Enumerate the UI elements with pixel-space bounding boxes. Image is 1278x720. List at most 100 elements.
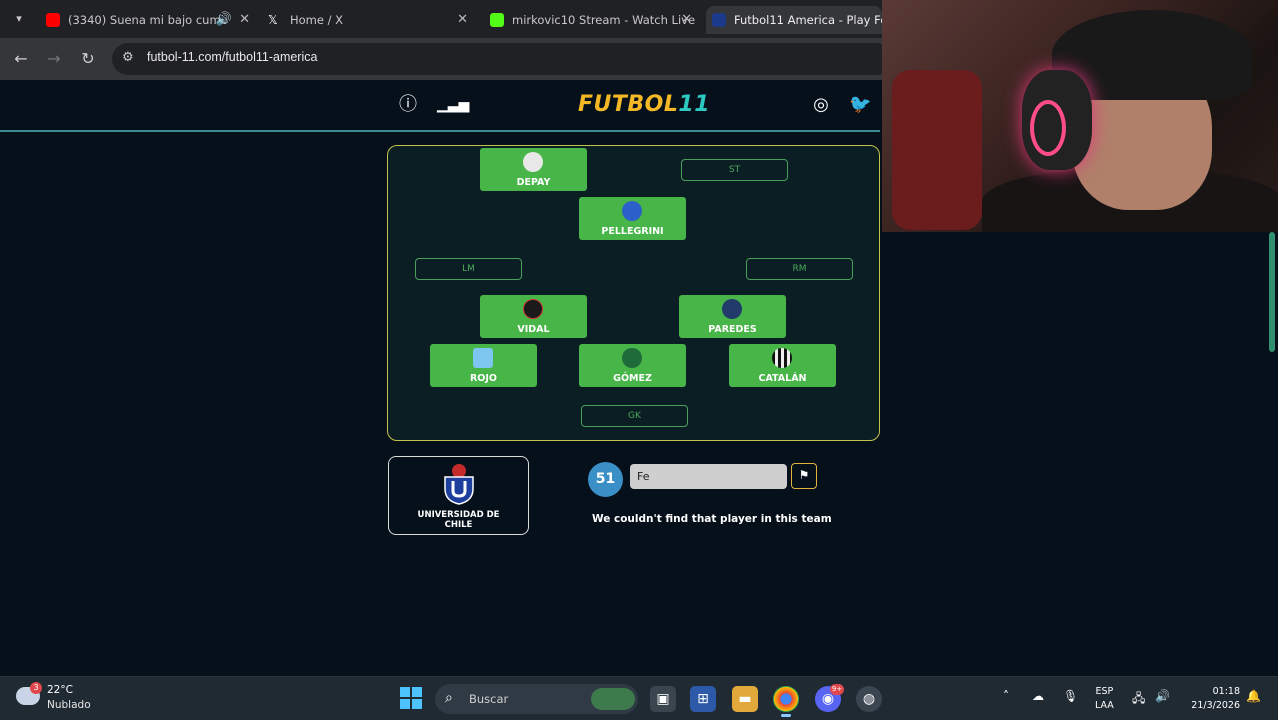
scrollbar-thumb[interactable] bbox=[1269, 232, 1275, 352]
player-name: VIDAL bbox=[517, 324, 550, 335]
empty-slot-gk[interactable]: GK bbox=[581, 405, 688, 427]
headset-rgb-ring bbox=[1030, 100, 1066, 156]
site-logo[interactable]: FUTBOL11 bbox=[578, 92, 710, 117]
player-slot-catalan[interactable]: CATALÁN bbox=[729, 344, 836, 387]
player-name: CATALÁN bbox=[758, 373, 807, 384]
instagram-icon[interactable]: ◎ bbox=[810, 94, 832, 116]
youtube-icon bbox=[46, 13, 60, 27]
info-icon[interactable]: ⓘ bbox=[397, 94, 419, 116]
notifications-icon[interactable]: 🔔 bbox=[1246, 689, 1261, 703]
microphone-icon[interactable]: 🎙 bbox=[1063, 689, 1078, 703]
tab-title: (3340) Suena mi bajo cumb bbox=[68, 13, 228, 27]
windows-taskbar: 3 22°C Nublado ⌕ Buscar ▣ ⊞ ▬ ◉ 9+ ◍ ˄ ☁… bbox=[0, 676, 1278, 720]
gaming-chair bbox=[892, 70, 982, 230]
empty-slot-rm[interactable]: RM bbox=[746, 258, 853, 280]
search-label: Buscar bbox=[469, 692, 509, 706]
club-crest-icon bbox=[622, 348, 642, 368]
obs-icon[interactable]: ◍ bbox=[856, 686, 882, 712]
tab-x[interactable]: 𝕏 Home / X ✕ bbox=[262, 6, 472, 34]
store-icon[interactable]: ⊞ bbox=[690, 686, 716, 712]
give-up-flag-button[interactable]: ⚑ bbox=[791, 463, 817, 489]
club-crest-icon bbox=[523, 299, 543, 319]
close-icon[interactable]: ✕ bbox=[681, 6, 692, 34]
tray-chevron-icon[interactable]: ˄ bbox=[1003, 689, 1009, 703]
tab-search-icon[interactable]: ▾ bbox=[8, 8, 30, 30]
tab-youtube[interactable]: (3340) Suena mi bajo cumb 🔊 ✕ bbox=[40, 6, 254, 34]
file-explorer-icon[interactable]: ▬ bbox=[732, 686, 758, 712]
club-crest-icon bbox=[523, 152, 543, 172]
weather-temperature[interactable]: 22°C bbox=[47, 684, 73, 696]
input-language[interactable]: ESP LAA bbox=[1095, 685, 1114, 713]
player-slot-paredes[interactable]: PAREDES bbox=[679, 295, 786, 338]
team-name-line1: UNIVERSIDAD DE bbox=[417, 510, 500, 520]
weather-condition[interactable]: Nublado bbox=[47, 699, 91, 711]
stats-icon[interactable]: ▁▃▅ bbox=[437, 94, 469, 116]
site-settings-icon[interactable]: ⚙ bbox=[122, 50, 134, 65]
search-icon: ⌕ bbox=[445, 690, 453, 706]
futbol11-icon bbox=[712, 13, 726, 27]
empty-slot-lm[interactable]: LM bbox=[415, 258, 522, 280]
page-scrollbar[interactable] bbox=[1266, 232, 1278, 676]
taskbar-search[interactable]: ⌕ Buscar bbox=[435, 684, 638, 714]
club-crest-icon bbox=[722, 299, 742, 319]
speaker-icon[interactable]: 🔊 bbox=[216, 6, 232, 34]
kick-icon bbox=[490, 13, 504, 27]
chrome-icon[interactable] bbox=[773, 686, 799, 717]
logo-number: 11 bbox=[678, 92, 711, 117]
weather-badge: 3 bbox=[30, 682, 42, 694]
player-name: PELLEGRINI bbox=[601, 226, 664, 237]
keyboard-layout: LAA bbox=[1095, 700, 1114, 711]
player-search-input[interactable] bbox=[630, 464, 787, 489]
club-crest-icon bbox=[473, 348, 493, 368]
reload-icon[interactable]: ↻ bbox=[77, 48, 99, 70]
player-name: PAREDES bbox=[708, 324, 757, 335]
onedrive-icon[interactable]: ☁ bbox=[1032, 689, 1044, 703]
feedback-message: We couldn't find that player in this tea… bbox=[592, 513, 832, 525]
player-name: ROJO bbox=[469, 373, 497, 384]
clock-date: 21/3/2026 bbox=[1191, 700, 1240, 711]
universidad-de-chile-crest-icon bbox=[444, 464, 474, 505]
formation-pitch: DEPAY ST PELLEGRINI LM RM VIDAL PAREDES … bbox=[387, 145, 880, 441]
back-icon[interactable]: ← bbox=[10, 48, 32, 70]
forward-icon[interactable]: → bbox=[43, 48, 65, 70]
player-name: DEPAY bbox=[516, 177, 551, 188]
player-slot-rojo[interactable]: ROJO bbox=[430, 344, 537, 387]
tab-kick[interactable]: mirkovic10 Stream - Watch Live ✕ bbox=[484, 6, 696, 34]
close-icon[interactable]: ✕ bbox=[457, 6, 468, 34]
player-name: GÓMEZ bbox=[613, 373, 652, 384]
tab-title: mirkovic10 Stream - Watch Live bbox=[512, 13, 696, 27]
guesses-counter: 51 bbox=[588, 462, 623, 497]
player-slot-pellegrini[interactable]: PELLEGRINI bbox=[579, 197, 686, 240]
tab-title: Futbol11 America - Play Footb bbox=[734, 13, 882, 27]
discord-badge: 9+ bbox=[830, 684, 844, 695]
url-text: futbol-11.com/futbol11-america bbox=[147, 50, 318, 64]
player-slot-gomez[interactable]: GÓMEZ bbox=[579, 344, 686, 387]
search-highlight-icon bbox=[591, 688, 635, 710]
twitter-icon[interactable]: 🐦 bbox=[849, 94, 871, 116]
tab-futbol11[interactable]: Futbol11 America - Play Footb bbox=[706, 6, 882, 34]
team-name: UNIVERSIDAD DE CHILE bbox=[389, 510, 528, 530]
task-view-icon[interactable]: ▣ bbox=[650, 686, 676, 712]
network-icon[interactable]: 🖧 bbox=[1132, 689, 1145, 710]
club-crest-icon bbox=[622, 201, 642, 221]
tab-title: Home / X bbox=[290, 13, 344, 27]
screen: ▾ (3340) Suena mi bajo cumb 🔊 ✕ 𝕏 Home /… bbox=[0, 0, 1278, 720]
logo-text: FUTBOL bbox=[578, 92, 679, 117]
clock-time: 01:18 bbox=[1212, 686, 1240, 697]
team-card: UNIVERSIDAD DE CHILE bbox=[388, 456, 529, 535]
player-slot-depay[interactable]: DEPAY bbox=[480, 148, 587, 191]
windows-start-icon[interactable] bbox=[400, 687, 422, 709]
team-name-line2: CHILE bbox=[444, 520, 473, 530]
volume-icon[interactable]: 🔊 bbox=[1155, 689, 1170, 703]
language-code: ESP bbox=[1095, 686, 1114, 697]
player-slot-vidal[interactable]: VIDAL bbox=[480, 295, 587, 338]
flag-icon: ⚑ bbox=[798, 468, 810, 482]
clock[interactable]: 01:18 21/3/2026 bbox=[1180, 685, 1240, 713]
x-icon: 𝕏 bbox=[268, 13, 278, 27]
address-bar[interactable]: ⚙ futbol-11.com/futbol11-america bbox=[112, 43, 892, 75]
club-crest-icon bbox=[772, 348, 792, 368]
site-header: ⓘ ▁▃▅ FUTBOL11 ◎ 🐦 bbox=[0, 80, 880, 132]
webcam-overlay bbox=[882, 0, 1278, 232]
empty-slot-st[interactable]: ST bbox=[681, 159, 788, 181]
close-icon[interactable]: ✕ bbox=[239, 6, 250, 34]
